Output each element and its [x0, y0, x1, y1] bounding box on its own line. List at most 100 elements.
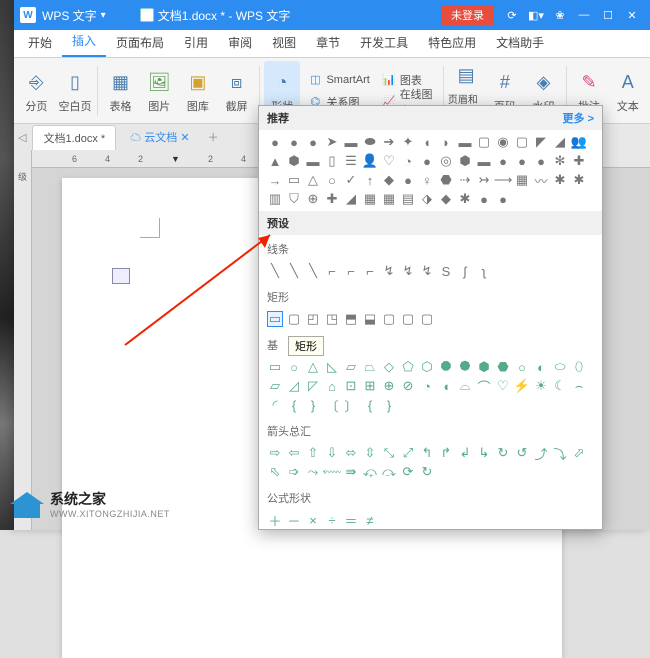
shape-item[interactable]: ◖ — [419, 134, 435, 150]
shape-item[interactable]: △ — [305, 172, 321, 188]
shape-line[interactable]: ⌐ — [324, 263, 340, 279]
shape-item[interactable]: ▥ — [267, 191, 283, 207]
shape-basic[interactable]: ◿ — [286, 378, 302, 394]
shape-arrow[interactable]: ↻ — [495, 445, 511, 461]
shape-item[interactable]: ➔ — [381, 134, 397, 150]
shape-basic[interactable]: ⯃ — [438, 359, 454, 375]
shape-basic[interactable]: ▭ — [267, 359, 283, 375]
shape-basic[interactable]: 〔 — [324, 397, 340, 413]
shape-item[interactable]: → — [267, 172, 283, 188]
shape-basic[interactable]: ⊕ — [381, 378, 397, 394]
shape-item[interactable]: ● — [476, 191, 492, 207]
btn-table[interactable]: ▦表格 — [102, 61, 139, 121]
shape-basic[interactable]: ⬭ — [552, 359, 568, 375]
shape-rect[interactable]: ▢ — [286, 311, 302, 327]
close-icon[interactable]: ✕ — [622, 5, 642, 25]
shape-line[interactable]: ʃ — [457, 263, 473, 279]
shape-rect[interactable]: ⬓ — [362, 311, 378, 327]
shape-basic[interactable]: ⊘ — [400, 378, 416, 394]
shape-item[interactable]: ▦ — [514, 172, 530, 188]
shape-item[interactable]: ▤ — [400, 191, 416, 207]
shape-item[interactable]: ◆ — [381, 172, 397, 188]
shape-item[interactable]: ◎ — [438, 153, 454, 169]
shape-item[interactable]: 👤 — [362, 153, 378, 169]
shape-basic[interactable]: ◸ — [305, 378, 321, 394]
more-link[interactable]: 更多 > — [563, 110, 594, 126]
shape-item[interactable]: ⬗ — [419, 191, 435, 207]
shape-basic[interactable]: ⬢ — [476, 359, 492, 375]
tab-dev[interactable]: 开发工具 — [350, 28, 418, 57]
shape-arrow[interactable]: ⤼ — [381, 464, 397, 480]
shape-basic[interactable]: △ — [305, 359, 321, 375]
shape-arrow[interactable]: ↱ — [438, 445, 454, 461]
add-tab-icon[interactable]: ＋ — [208, 129, 219, 145]
shape-item[interactable]: ⬣ — [438, 172, 454, 188]
shape-basic[interactable]: ◐ — [533, 359, 549, 375]
shape-basic[interactable]: ⬡ — [419, 359, 435, 375]
shape-arrow[interactable]: ➩ — [286, 464, 302, 480]
login-badge[interactable]: 未登录 — [441, 5, 494, 25]
shape-item[interactable]: ● — [400, 172, 416, 188]
shape-item[interactable]: ◤ — [533, 134, 549, 150]
shape-line[interactable]: ⌐ — [362, 263, 378, 279]
skin-icon[interactable]: ❀ — [550, 5, 570, 25]
shape-basic[interactable]: { — [362, 397, 378, 413]
shape-basic[interactable]: ☀ — [533, 378, 549, 394]
shape-item[interactable]: ▯ — [324, 153, 340, 169]
shape-basic[interactable]: ◖ — [438, 378, 454, 394]
shape-item[interactable]: ▭ — [286, 172, 302, 188]
shape-arrow[interactable]: ↲ — [457, 445, 473, 461]
shape-arrow[interactable]: ↻ — [419, 464, 435, 480]
shape-item[interactable]: ◉ — [495, 134, 511, 150]
shape-item[interactable]: ♡ — [381, 153, 397, 169]
shape-line[interactable]: ↯ — [381, 263, 397, 279]
shape-line[interactable]: ↯ — [419, 263, 435, 279]
btn-textbox[interactable]: A文本 — [609, 61, 646, 121]
tab-review[interactable]: 审阅 — [218, 28, 262, 57]
shape-basic[interactable]: } — [305, 397, 321, 413]
shape-item[interactable]: ▬ — [476, 153, 492, 169]
shape-item[interactable]: ▦ — [381, 191, 397, 207]
shape-item[interactable]: ⛉ — [286, 191, 302, 207]
shape-item[interactable]: ◗ — [438, 134, 454, 150]
shape-item[interactable]: 👥 — [571, 134, 587, 150]
shape-item[interactable]: ▬ — [457, 134, 473, 150]
shape-arrow[interactable]: ⇛ — [343, 464, 359, 480]
btn-image[interactable]: 🖼图片 — [141, 61, 178, 121]
shape-basic[interactable]: ⯄ — [457, 359, 473, 375]
shape-arrow[interactable]: ⤡ — [381, 445, 397, 461]
shape-item[interactable]: ▢ — [476, 134, 492, 150]
shape-arrow[interactable]: ⬳ — [324, 464, 340, 480]
shape-item[interactable]: ✚ — [571, 153, 587, 169]
shape-rect[interactable]: ▢ — [400, 311, 416, 327]
shape-item[interactable]: ▢ — [514, 134, 530, 150]
shape-item[interactable]: ○ — [324, 172, 340, 188]
shape-item[interactable]: ◆ — [438, 191, 454, 207]
shape-arrow[interactable]: ⤽ — [362, 464, 378, 480]
maximize-icon[interactable]: ☐ — [598, 5, 618, 25]
shape-basic[interactable]: ◔ — [419, 378, 435, 394]
cloud-status-icon[interactable]: ◧▾ — [526, 5, 546, 25]
shape-item[interactable]: ● — [419, 153, 435, 169]
shape-item[interactable]: ⟶ — [495, 172, 511, 188]
shape-item[interactable]: ▬ — [305, 153, 321, 169]
shape-item[interactable]: ◔ — [400, 153, 416, 169]
shape-item[interactable]: ✱ — [457, 191, 473, 207]
shape-item[interactable]: ● — [305, 134, 321, 150]
shape-arrow[interactable]: ↰ — [419, 445, 435, 461]
shape-basic[interactable]: ⌢ — [571, 378, 587, 394]
shape-arrow[interactable]: ⤴ — [533, 445, 549, 461]
tab-references[interactable]: 引用 — [174, 28, 218, 57]
shape-arrow[interactable]: ⬁ — [267, 464, 283, 480]
shape-arrow[interactable]: ⇨ — [267, 445, 283, 461]
shape-rect[interactable]: ▢ — [419, 311, 435, 327]
shape-item[interactable]: ☰ — [343, 153, 359, 169]
shape-item[interactable]: ▲ — [267, 153, 283, 169]
shape-arrow[interactable]: ⬄ — [343, 445, 359, 461]
tab-doc-assist[interactable]: 文档助手 — [486, 28, 554, 57]
tab-view[interactable]: 视图 — [262, 28, 306, 57]
shape-item[interactable]: ● — [267, 134, 283, 150]
shape-basic[interactable]: ⚡ — [514, 378, 530, 394]
shape-basic[interactable]: ⬣ — [495, 359, 511, 375]
shape-item[interactable]: ✓ — [343, 172, 359, 188]
